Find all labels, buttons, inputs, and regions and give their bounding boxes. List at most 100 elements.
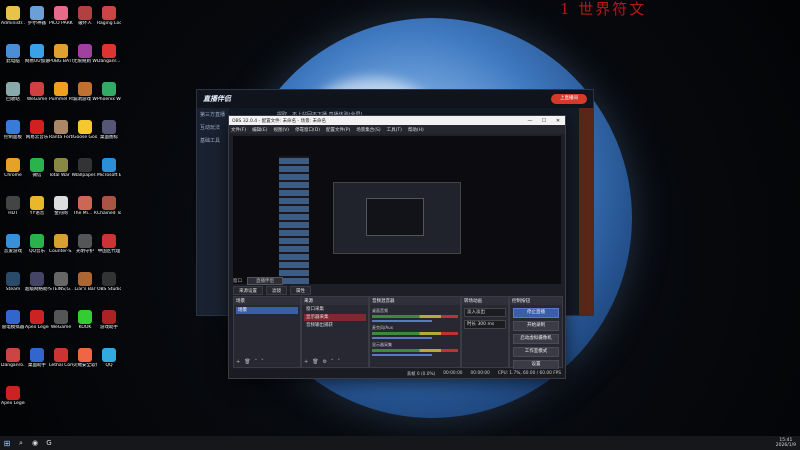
maximize-button[interactable]: ☐: [537, 118, 551, 124]
desktop-icon[interactable]: Chrome: [1, 158, 25, 178]
down-icon[interactable]: ˅: [261, 359, 264, 365]
desktop-icon[interactable]: 无限规则 WeGame版: [73, 44, 97, 64]
source-item[interactable]: 显示器采集: [304, 314, 366, 321]
desktop-icon[interactable]: 光明守护: [73, 234, 97, 254]
sidebar-item-interaction[interactable]: 互动玩法: [200, 124, 226, 131]
tab-filters[interactable]: 滤镜: [266, 286, 287, 295]
desktop-icon[interactable]: Steam: [1, 272, 25, 292]
menu-tools[interactable]: 工具(T): [387, 127, 402, 133]
desktop-icon[interactable]: Lethal Company: [49, 348, 73, 368]
menu-file[interactable]: 文件(F): [231, 127, 246, 133]
desktop-icon[interactable]: 漏洞游戏 WeGame版: [73, 82, 97, 102]
desktop-icon[interactable]: Phoenix Wright A...: [97, 82, 121, 102]
search-icon[interactable]: ⌕: [14, 436, 28, 450]
menu-edit[interactable]: 编辑(E): [252, 127, 267, 133]
desktop-icon[interactable]: 回收站: [1, 82, 25, 102]
desktop-icon[interactable]: WeGame: [49, 310, 73, 330]
desktop-icon[interactable]: HDT: [1, 196, 25, 216]
volume-fader[interactable]: [372, 320, 433, 322]
desktop-icon[interactable]: 恋爱游戏: [1, 234, 25, 254]
app-taskbar-icon[interactable]: G: [42, 436, 56, 450]
source-item[interactable]: 音频输出捕获: [304, 322, 366, 329]
desktop-icon[interactable]: Raging Loop: [97, 6, 121, 26]
stop-streaming-button[interactable]: 停止直播: [513, 308, 559, 318]
back-window-titlebar[interactable]: 直播伴侣 上直播间: [197, 90, 593, 108]
desktop-icon[interactable]: Total War THREE K...: [49, 158, 73, 178]
transition-select[interactable]: 淡入淡出: [464, 308, 506, 317]
desktop-icon[interactable]: Administr...: [1, 6, 25, 26]
desktop-icon[interactable]: 雷电模拟器: [1, 310, 25, 330]
desktop-icon[interactable]: 桌面图标: [97, 120, 121, 140]
desktop-icon[interactable]: 桌面助手: [25, 348, 49, 368]
sidebar-item-tools[interactable]: 基础工具: [200, 137, 226, 144]
desktop-icon[interactable]: QQ音乐: [25, 234, 49, 254]
sidebar-item-third-party[interactable]: 第三方直播: [200, 111, 226, 118]
go-live-button[interactable]: 上直播间: [551, 94, 587, 104]
menu-help[interactable]: 帮助(H): [408, 127, 424, 133]
add-icon[interactable]: +: [304, 359, 308, 365]
desktop-icon[interactable]: 超级网络助手: [25, 272, 49, 292]
desktop-icon[interactable]: QQ: [97, 348, 121, 368]
desktop-icon[interactable]: KOOK: [73, 310, 97, 330]
source-select[interactable]: 直播伴侣: [247, 276, 283, 285]
studio-mode-button[interactable]: 工作室模式: [513, 347, 559, 357]
add-icon[interactable]: +: [236, 359, 240, 365]
tab-properties[interactable]: 属性: [290, 286, 311, 295]
desktop-icon[interactable]: 控制面板: [1, 120, 25, 140]
windows-start-icon[interactable]: ⊞: [0, 436, 14, 450]
menu-view[interactable]: 视图(V): [273, 127, 289, 133]
desktop-icon[interactable]: 破坏人: [73, 6, 97, 26]
minimize-button[interactable]: —: [523, 118, 537, 124]
desktop-icon[interactable]: PICO PARK 2: [49, 6, 73, 26]
desktop-icon[interactable]: 网易云音乐: [25, 120, 49, 140]
desktop-icon[interactable]: STEINS;G...: [49, 272, 73, 292]
desktop-icon[interactable]: PUBG BATTLEGR...: [49, 44, 73, 64]
menu-docks[interactable]: 停靠窗口(D): [295, 127, 320, 133]
desktop-icon[interactable]: 火绒安全软件: [73, 348, 97, 368]
clock[interactable]: 15:41 2026/1/9: [776, 438, 796, 448]
menu-scene-collection[interactable]: 场景集合(S): [356, 127, 380, 133]
desktop-icon[interactable]: The Mi... Rabbit Ma...: [73, 196, 97, 216]
desktop-icon[interactable]: Ranta Fortune ...: [49, 120, 73, 140]
desktop-icon[interactable]: Microsoft Edge: [97, 158, 121, 178]
up-icon[interactable]: ˄: [331, 359, 334, 365]
gear-icon[interactable]: ⚙: [323, 359, 327, 365]
obs-taskbar-icon[interactable]: ◉: [28, 436, 42, 450]
desktop-icon[interactable]: YY语音: [25, 196, 49, 216]
desktop-icon[interactable]: Liar's Bar: [73, 272, 97, 292]
desktop-icon[interactable]: 游戏助手: [97, 310, 121, 330]
desktop-icon[interactable]: Pummel Party: [49, 82, 73, 102]
up-icon[interactable]: ˄: [255, 359, 258, 365]
obs-window[interactable]: OBS 32.0.4 - 配置文件: 未命名 - 场景: 未命名 — ☐ ✕ 文…: [228, 115, 566, 379]
menu-profile[interactable]: 配置文件(P): [326, 127, 350, 133]
start-recording-button[interactable]: 开始录制: [513, 321, 559, 331]
desktop-icon[interactable]: Danganr... Trigger H...: [97, 44, 121, 64]
desktop-icon[interactable]: Counter-S... 2: [49, 234, 73, 254]
trash-icon[interactable]: 🗑: [244, 359, 250, 365]
desktop-icon[interactable]: Apex Legends: [25, 310, 49, 330]
desktop-icon[interactable]: Danganro... 2 Goodb...: [1, 348, 25, 368]
desktop-icon[interactable]: 金舟网: [49, 196, 73, 216]
desktop-icon[interactable]: WeGame: [25, 82, 49, 102]
desktop-icon[interactable]: OBS Studio: [97, 272, 121, 292]
scene-item[interactable]: 场景: [236, 307, 298, 314]
desktop-icon[interactable]: 中国区代理: [97, 234, 121, 254]
close-button[interactable]: ✕: [551, 118, 565, 124]
desktop-icon[interactable]: 网易UU加速: [25, 44, 49, 64]
volume-fader[interactable]: [372, 337, 433, 339]
desktop-icon[interactable]: 护尔神器: [25, 6, 49, 26]
volume-fader[interactable]: [372, 354, 433, 356]
desktop-icon[interactable]: Apex Legends: [1, 386, 25, 406]
source-item[interactable]: 窗口采集: [304, 306, 366, 313]
desktop-icon[interactable]: Chained Together: [97, 196, 121, 216]
transition-duration[interactable]: 时长 300 ms: [464, 320, 506, 329]
tab-source-settings[interactable]: 来源设置: [233, 286, 263, 295]
desktop-icon[interactable]: 微信: [25, 158, 49, 178]
obs-titlebar[interactable]: OBS 32.0.4 - 配置文件: 未命名 - 场景: 未命名 — ☐ ✕: [229, 116, 565, 125]
desktop-icon[interactable]: Wallpaper...: [73, 158, 97, 178]
desktop-icon[interactable]: 此电脑: [1, 44, 25, 64]
desktop-icon[interactable]: Goose Goose Duck: [73, 120, 97, 140]
obs-preview[interactable]: [233, 136, 561, 284]
virtual-camera-button[interactable]: 启动虚拟摄像机: [513, 334, 559, 344]
trash-icon[interactable]: 🗑: [312, 359, 318, 365]
